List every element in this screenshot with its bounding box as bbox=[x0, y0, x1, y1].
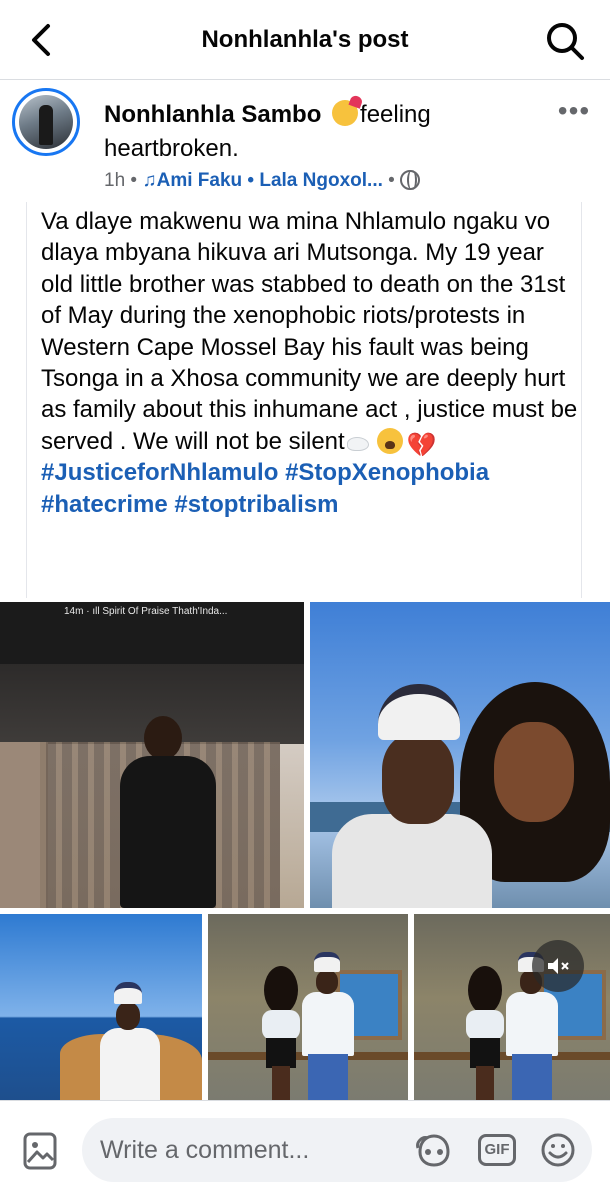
crying-emoji-icon bbox=[376, 427, 403, 454]
photo-1-person bbox=[112, 712, 222, 908]
avatar-photo bbox=[19, 95, 73, 149]
photo-grid: 14m · ıll Spirit Of Praise Thath'Inda... bbox=[0, 602, 610, 1100]
author-line: Nonhlanhla Sambo feeling heartbroken. bbox=[104, 98, 554, 166]
photo-4-hair bbox=[264, 966, 298, 1014]
music-title: Lala Ngoxol... bbox=[259, 170, 383, 191]
post-body: Va dlaye makwenu wa mina Nhlamulo ngaku … bbox=[26, 202, 582, 598]
photo-1-story-bar: 14m · ıll Spirit Of Praise Thath'Inda... bbox=[0, 602, 304, 664]
photo-5-hair bbox=[468, 966, 502, 1014]
photo-4-jeans bbox=[308, 1054, 348, 1100]
photo-4-legs bbox=[272, 1066, 290, 1100]
hashtag-hatecrime[interactable]: #hatecrime bbox=[41, 491, 168, 518]
comment-input[interactable]: Write a comment... GIF bbox=[82, 1118, 592, 1182]
photo-2-woman-face bbox=[494, 722, 574, 822]
photo-1-hoodie bbox=[120, 756, 216, 908]
post-meta: 1h • ♫Ami Faku • Lala Ngoxol... • bbox=[104, 170, 421, 192]
mute-button[interactable] bbox=[532, 940, 584, 992]
photo-3-face bbox=[116, 1002, 140, 1030]
hashtag-justicefornhlamulo[interactable]: #JusticeforNhlamulo bbox=[41, 459, 278, 486]
photo-5-top bbox=[466, 1010, 504, 1040]
speaker-muted-icon bbox=[548, 958, 569, 974]
photo-1-overlay-text: 14m · ıll Spirit Of Praise Thath'Inda... bbox=[64, 606, 228, 617]
photo-2-man bbox=[332, 684, 492, 908]
avatar-sticker-button[interactable] bbox=[414, 1132, 454, 1168]
more-options-button[interactable]: ••• bbox=[554, 97, 594, 125]
photo-3-shirt bbox=[100, 1028, 160, 1100]
photo-4-shirt bbox=[302, 992, 354, 1056]
photo-3-hat bbox=[114, 982, 142, 1004]
comment-placeholder: Write a comment... bbox=[100, 1136, 310, 1164]
emoji-button[interactable] bbox=[540, 1132, 576, 1168]
avatar-figure bbox=[39, 105, 53, 145]
photo-4-face bbox=[316, 970, 338, 994]
heartbroken-emoji-icon bbox=[332, 100, 359, 126]
meta-separator: • bbox=[130, 170, 138, 191]
comment-bar: Write a comment... GIF bbox=[0, 1100, 610, 1200]
photo-2-beanie bbox=[378, 684, 460, 740]
post-time: 1h bbox=[104, 170, 126, 191]
more-horizontal-icon: ••• bbox=[557, 95, 591, 126]
photo-5-legs bbox=[476, 1066, 494, 1100]
photo-1[interactable]: 14m · ıll Spirit Of Praise Thath'Inda... bbox=[0, 602, 304, 908]
post-text: Va dlaye makwenu wa mina Nhlamulo ngaku … bbox=[41, 206, 581, 520]
post-body-text: Va dlaye makwenu wa mina Nhlamulo ngaku … bbox=[41, 208, 578, 455]
photo-2[interactable] bbox=[310, 602, 610, 908]
globe-icon bbox=[400, 170, 421, 190]
photo-5-skirt bbox=[470, 1038, 500, 1068]
emoji-icon bbox=[541, 1133, 575, 1167]
search-button[interactable] bbox=[544, 20, 586, 62]
photo-4-hat bbox=[314, 952, 340, 972]
photo-3-person bbox=[100, 982, 166, 1100]
photo-4-skirt bbox=[266, 1038, 296, 1068]
photo-1-head bbox=[144, 716, 182, 760]
photo-4-top bbox=[262, 1010, 300, 1040]
photo-2-man-face bbox=[382, 734, 454, 824]
photo-3[interactable] bbox=[0, 914, 202, 1100]
music-separator: • bbox=[247, 170, 255, 191]
gif-button[interactable]: GIF bbox=[478, 1134, 516, 1166]
broken-heart-emoji-icon: 💔 bbox=[406, 431, 437, 459]
meta-separator-2: • bbox=[388, 170, 395, 191]
page-title: Nonhlanhla's post bbox=[201, 26, 409, 53]
avatar-sticker-icon bbox=[416, 1134, 450, 1167]
photo-5[interactable] bbox=[414, 914, 610, 1100]
hashtag-stoptribalism[interactable]: #stoptribalism bbox=[174, 491, 338, 518]
author-avatar[interactable] bbox=[12, 88, 80, 156]
photo-button[interactable] bbox=[22, 1131, 58, 1171]
photo-4-man bbox=[298, 952, 358, 1100]
hashtag-stopxenophobia[interactable]: #StopXenophobia bbox=[285, 459, 489, 486]
dove-emoji-icon bbox=[345, 431, 371, 451]
music-note-icon: ♫ bbox=[142, 170, 157, 191]
photo-5-jeans bbox=[512, 1054, 552, 1100]
photo-4[interactable] bbox=[208, 914, 408, 1100]
top-bar: Nonhlanhla's post bbox=[0, 0, 610, 80]
search-icon bbox=[547, 23, 584, 60]
post-header: Nonhlanhla Sambo feeling heartbroken. ••… bbox=[0, 82, 610, 202]
photo-2-jacket bbox=[332, 814, 492, 908]
music-attribution[interactable]: ♫Ami Faku • Lala Ngoxol... bbox=[142, 170, 383, 191]
photo-icon bbox=[23, 1132, 57, 1170]
photo-5-shirt bbox=[506, 992, 558, 1056]
author-name[interactable]: Nonhlanhla Sambo bbox=[104, 101, 321, 128]
music-artist: Ami Faku bbox=[156, 170, 243, 191]
